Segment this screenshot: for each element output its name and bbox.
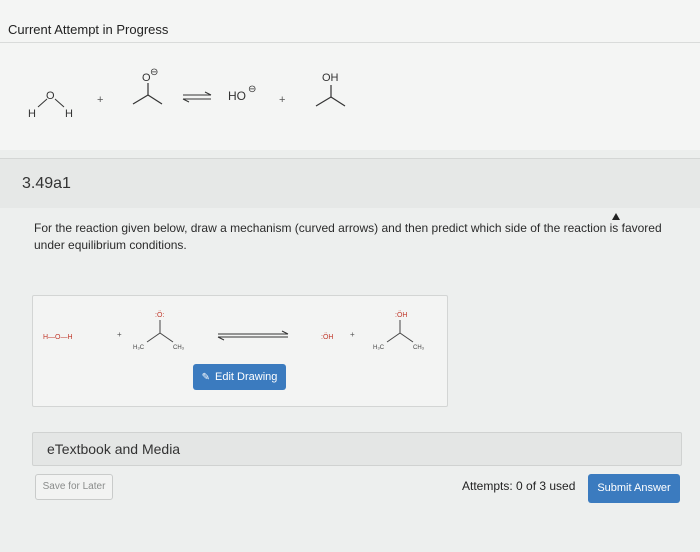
water-h-left: H: [28, 108, 36, 120]
edit-drawing-button[interactable]: ✎ Edit Drawing: [193, 364, 286, 390]
question-body: For the reaction given below, draw a mec…: [0, 208, 700, 552]
question-header-panel: Current Attempt in Progress O H H + O ⊖ …: [0, 0, 700, 150]
mouse-cursor-icon: [612, 213, 620, 220]
edit-drawing-label: Edit Drawing: [215, 371, 278, 383]
methyl-right: CH₃: [413, 345, 425, 351]
plus-sign: +: [279, 94, 285, 106]
attempts-counter: Attempts: 0 of 3 used: [462, 479, 576, 493]
alcohol-oh: :ÖH: [395, 311, 407, 319]
equilibrium-arrow: [182, 91, 212, 103]
etextbook-media-panel[interactable]: eTextbook and Media: [32, 432, 682, 466]
methyl-left: H₃C: [133, 345, 145, 351]
plus-sign: +: [97, 94, 103, 106]
plus-sign: +: [117, 330, 122, 339]
methyl-left: H₃C: [373, 345, 385, 351]
pencil-icon: ✎: [201, 372, 211, 383]
drawing-canvas[interactable]: H—O—H + :Ö: H₃C CH₃ :ÖH + :ÖH H₃C CH₃ ✎ …: [32, 295, 448, 407]
methyl-right: CH₃: [173, 345, 185, 351]
water-structure: O H H: [28, 90, 73, 120]
question-prompt: For the reaction given below, draw a mec…: [34, 221, 662, 252]
water-oxygen: O: [46, 90, 55, 102]
question-number: 3.49a1: [22, 175, 71, 192]
attempt-status-title: Current Attempt in Progress: [8, 22, 169, 37]
alcohol-oh: OH: [322, 72, 339, 84]
hydroxide-label: HO: [228, 89, 246, 103]
drawing-hydroxide: :ÖH: [321, 333, 333, 341]
alkoxide-structure: O ⊖: [132, 67, 163, 105]
save-for-later-button[interactable]: Save for Later: [35, 474, 113, 500]
drawing-arrow: [217, 330, 289, 341]
drawing-alcohol: :ÖH H₃C CH₃: [373, 311, 425, 351]
drawing-alkoxide: :Ö: H₃C CH₃: [133, 311, 185, 351]
negative-charge: ⊖: [150, 67, 158, 78]
water-h-right: H: [65, 108, 73, 120]
hydroxide-charge: ⊖: [248, 84, 256, 95]
alcohol-structure: OH: [315, 72, 346, 107]
drawing-water: H—O—H: [43, 334, 73, 341]
submit-answer-button[interactable]: Submit Answer: [588, 474, 680, 503]
mechanism-reaction-diagram: H—O—H + :Ö: H₃C CH₃ :ÖH + :ÖH H₃C CH₃: [43, 311, 425, 351]
reference-reaction-diagram: O H H + O ⊖ HO ⊖ + OH: [28, 67, 346, 120]
alkoxide-oxygen: :Ö:: [155, 311, 164, 319]
question-number-bar: 3.49a1: [0, 158, 700, 210]
plus-sign: +: [350, 330, 355, 339]
divider: [0, 42, 700, 43]
etextbook-media-label: eTextbook and Media: [47, 441, 181, 457]
